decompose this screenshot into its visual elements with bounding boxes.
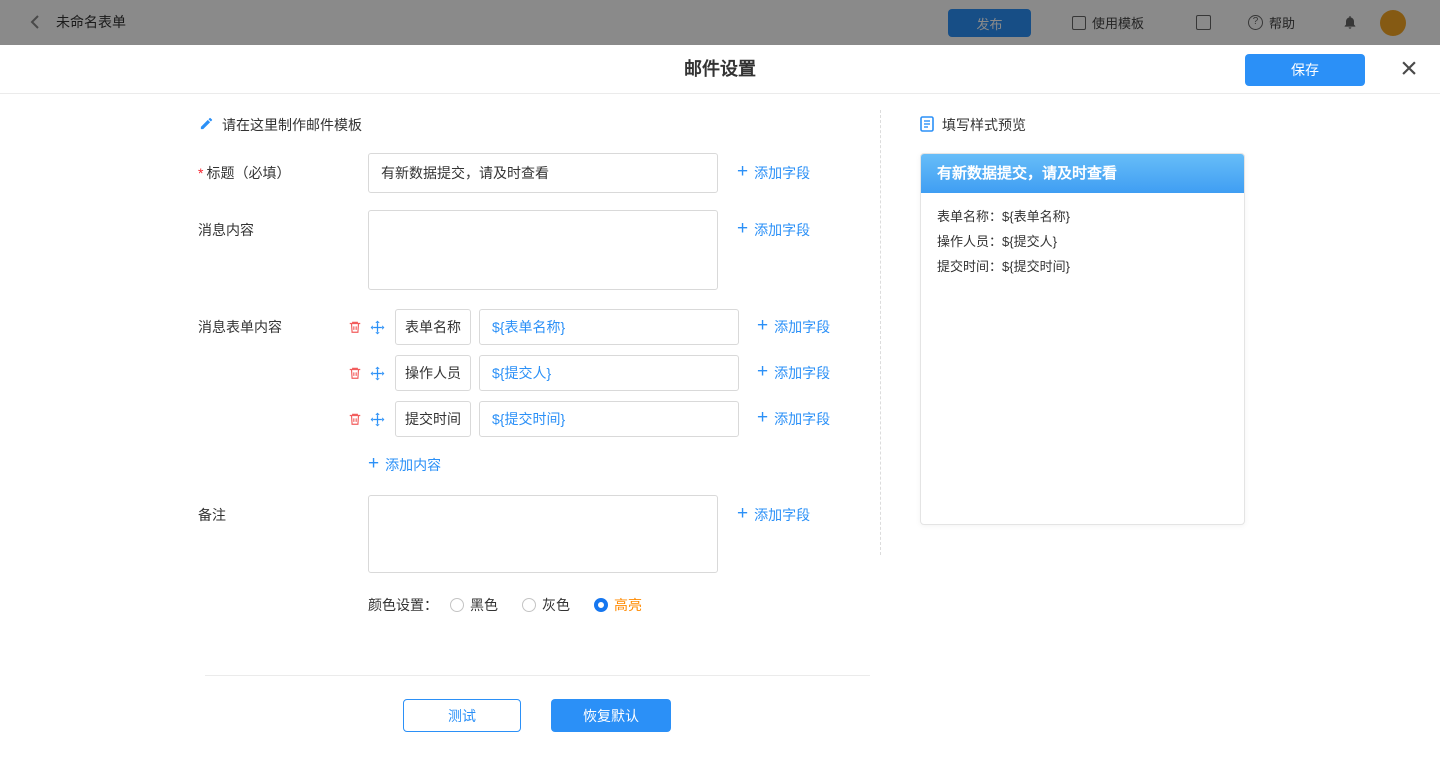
- field-key-input[interactable]: [395, 355, 471, 391]
- preview-card: 有新数据提交，请及时查看 表单名称：${表单名称} 操作人员：${提交人} 提交…: [920, 153, 1245, 525]
- add-field-button[interactable]: + 添加字段: [757, 408, 830, 430]
- add-field-button[interactable]: + 添加字段: [757, 362, 830, 384]
- plus-icon: +: [737, 218, 748, 240]
- modal-title: 邮件设置: [0, 45, 1440, 94]
- test-button[interactable]: 测试: [403, 699, 521, 732]
- field-value-input[interactable]: [479, 355, 739, 391]
- radio-option-black[interactable]: 黑色: [450, 595, 498, 615]
- plus-icon: +: [737, 161, 748, 183]
- message-label: 消息内容: [198, 210, 254, 250]
- pencil-icon: [199, 116, 214, 134]
- move-icon[interactable]: [369, 401, 385, 437]
- email-settings-modal: 邮件设置 保存 × 请在这里制作邮件模板 *标题（必填） + 添加字段 消息内容…: [0, 45, 1440, 757]
- topbar: 未命名表单 发布 使用模板 ? 帮助: [0, 0, 1440, 45]
- add-field-button[interactable]: + 添加字段: [757, 316, 830, 338]
- radio-option-gray[interactable]: 灰色: [522, 595, 570, 615]
- restore-default-button[interactable]: 恢复默认: [551, 699, 671, 732]
- editor-hint: 请在这里制作邮件模板: [199, 116, 362, 134]
- radio-icon: [450, 598, 464, 612]
- add-content-button[interactable]: + 添加内容: [368, 455, 441, 475]
- plus-icon: +: [737, 503, 748, 525]
- message-textarea[interactable]: [368, 210, 718, 290]
- document-icon: [920, 116, 934, 135]
- title-input[interactable]: [368, 153, 718, 193]
- preview-header: 填写样式预览: [920, 116, 1026, 134]
- title-label: *标题（必填）: [198, 153, 290, 193]
- form-content-row: + 添加字段: [347, 309, 830, 345]
- modal-backdrop: [0, 0, 1440, 45]
- save-button[interactable]: 保存: [1245, 54, 1365, 86]
- add-field-title-button[interactable]: + 添加字段: [737, 153, 810, 193]
- modal-header: 邮件设置 保存 ×: [0, 45, 1440, 94]
- radio-option-highlight[interactable]: 高亮: [594, 595, 642, 615]
- divider: [205, 675, 870, 676]
- form-content-row: + 添加字段: [347, 401, 830, 437]
- field-key-input[interactable]: [395, 309, 471, 345]
- plus-icon: +: [757, 361, 768, 383]
- close-icon[interactable]: ×: [1392, 52, 1426, 86]
- preview-card-title: 有新数据提交，请及时查看: [921, 154, 1244, 193]
- plus-icon: +: [368, 453, 379, 475]
- add-field-message-button[interactable]: + 添加字段: [737, 210, 810, 250]
- field-value-input[interactable]: [479, 309, 739, 345]
- form-content-label: 消息表单内容: [198, 307, 282, 347]
- column-divider: [880, 110, 881, 555]
- radio-selected-icon: [594, 598, 608, 612]
- radio-icon: [522, 598, 536, 612]
- form-content-row: + 添加字段: [347, 355, 830, 391]
- plus-icon: +: [757, 407, 768, 429]
- preview-header-label: 填写样式预览: [942, 115, 1026, 135]
- add-field-remark-button[interactable]: + 添加字段: [737, 495, 810, 535]
- required-mark: *: [198, 165, 203, 181]
- preview-line: 操作人员：${提交人}: [937, 229, 1228, 254]
- trash-icon[interactable]: [347, 309, 363, 345]
- modal-body: 请在这里制作邮件模板 *标题（必填） + 添加字段 消息内容 + 添加字段 消息…: [0, 94, 1440, 757]
- plus-icon: +: [757, 315, 768, 337]
- remark-label: 备注: [198, 495, 226, 535]
- move-icon[interactable]: [369, 309, 385, 345]
- preview-line: 表单名称：${表单名称}: [937, 204, 1228, 229]
- remark-textarea[interactable]: [368, 495, 718, 573]
- color-settings-label: 颜色设置：: [368, 595, 438, 615]
- field-key-input[interactable]: [395, 401, 471, 437]
- field-value-input[interactable]: [479, 401, 739, 437]
- preview-line: 提交时间：${提交时间}: [937, 254, 1228, 279]
- trash-icon[interactable]: [347, 401, 363, 437]
- editor-hint-text: 请在这里制作邮件模板: [222, 115, 362, 135]
- move-icon[interactable]: [369, 355, 385, 391]
- preview-card-body: 表单名称：${表单名称} 操作人员：${提交人} 提交时间：${提交时间}: [921, 193, 1244, 290]
- trash-icon[interactable]: [347, 355, 363, 391]
- color-settings-row: 颜色设置： 黑色 灰色 高亮: [368, 597, 666, 613]
